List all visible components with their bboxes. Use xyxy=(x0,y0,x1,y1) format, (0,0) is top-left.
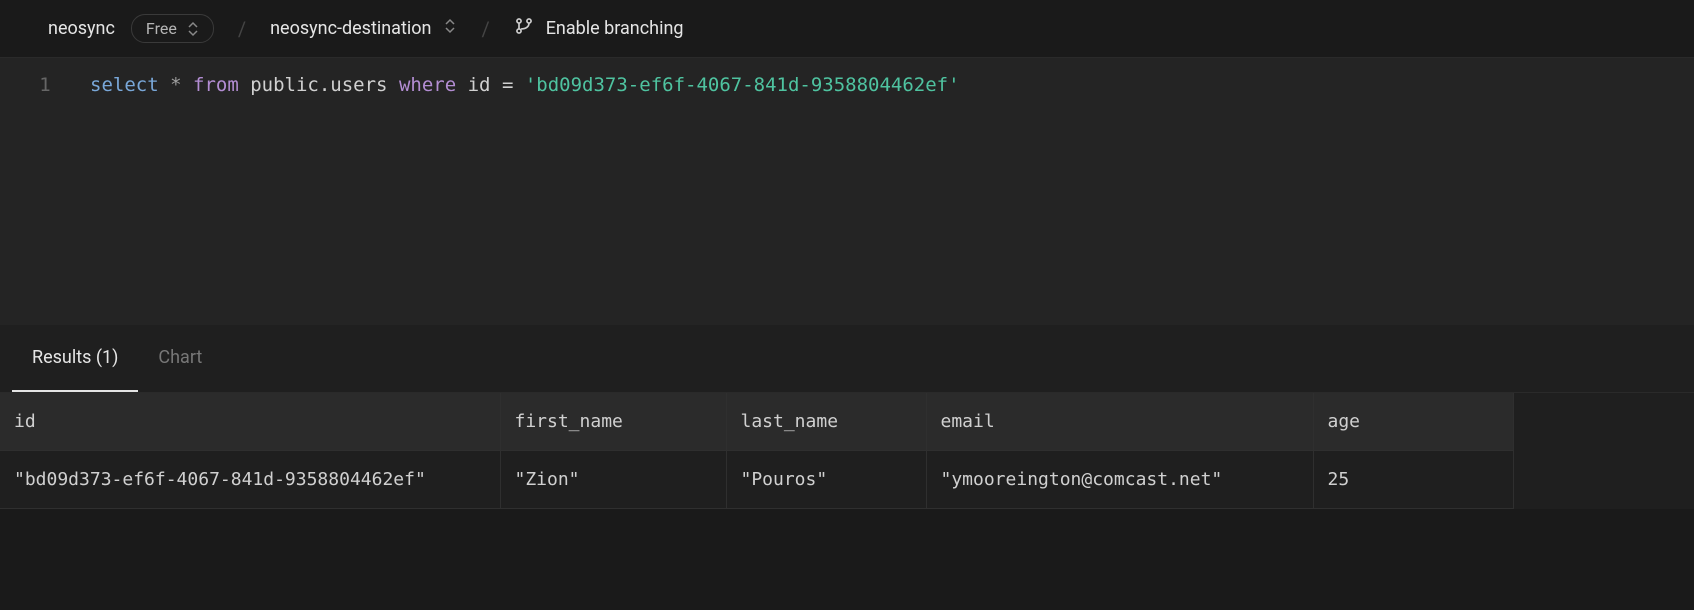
sql-star: * xyxy=(170,74,181,96)
column-header-id[interactable]: id xyxy=(0,393,500,451)
tab-chart[interactable]: Chart xyxy=(138,325,222,392)
plan-badge[interactable]: Free xyxy=(131,14,214,43)
table-header-row: id first_name last_name email age xyxy=(0,393,1513,451)
cell-age: 25 xyxy=(1313,451,1513,509)
sql-operator: = xyxy=(502,74,513,96)
git-branch-icon xyxy=(514,16,534,41)
column-header-last-name[interactable]: last_name xyxy=(726,393,926,451)
column-header-first-name[interactable]: first_name xyxy=(500,393,726,451)
branch-selector[interactable]: neosync-destination xyxy=(270,17,457,40)
results-tabs: Results (1) Chart xyxy=(0,325,1694,393)
sql-keyword-from: from xyxy=(193,74,239,96)
column-header-email[interactable]: email xyxy=(926,393,1313,451)
breadcrumb-separator: / xyxy=(473,17,497,41)
sql-keyword-where: where xyxy=(399,74,456,96)
plan-badge-label: Free xyxy=(146,19,177,38)
tab-results[interactable]: Results (1) xyxy=(12,325,138,392)
sql-code: select * from public.users where id = 'b… xyxy=(90,70,960,100)
sql-string: 'bd09d373-ef6f-4067-841d-9358804462ef' xyxy=(525,74,960,96)
results-panel: Results (1) Chart id first_name last_nam… xyxy=(0,325,1694,509)
chevron-updown-icon xyxy=(187,21,199,37)
results-table: id first_name last_name email age "bd09d… xyxy=(0,393,1514,509)
sql-column: id xyxy=(468,74,491,96)
cell-email: "ymooreington@comcast.net" xyxy=(926,451,1313,509)
project-name[interactable]: neosync xyxy=(48,18,115,39)
cell-id: "bd09d373-ef6f-4067-841d-9358804462ef" xyxy=(0,451,500,509)
line-number: 1 xyxy=(0,70,90,100)
column-header-age[interactable]: age xyxy=(1313,393,1513,451)
cell-first-name: "Zion" xyxy=(500,451,726,509)
sql-table: public.users xyxy=(250,74,387,96)
branch-name: neosync-destination xyxy=(270,18,431,39)
breadcrumb-separator: / xyxy=(230,17,254,41)
editor-line: 1 select * from public.users where id = … xyxy=(0,70,1694,100)
enable-branching-button[interactable]: Enable branching xyxy=(514,16,684,41)
results-table-wrap: id first_name last_name email age "bd09d… xyxy=(0,393,1694,509)
table-row[interactable]: "bd09d373-ef6f-4067-841d-9358804462ef" "… xyxy=(0,451,1513,509)
header: neosync Free / neosync-destination / Ena… xyxy=(0,0,1694,58)
sql-editor[interactable]: 1 select * from public.users where id = … xyxy=(0,58,1694,325)
chevron-updown-icon xyxy=(443,17,457,40)
enable-branching-label: Enable branching xyxy=(546,18,684,39)
cell-last-name: "Pouros" xyxy=(726,451,926,509)
sql-keyword-select: select xyxy=(90,74,159,96)
